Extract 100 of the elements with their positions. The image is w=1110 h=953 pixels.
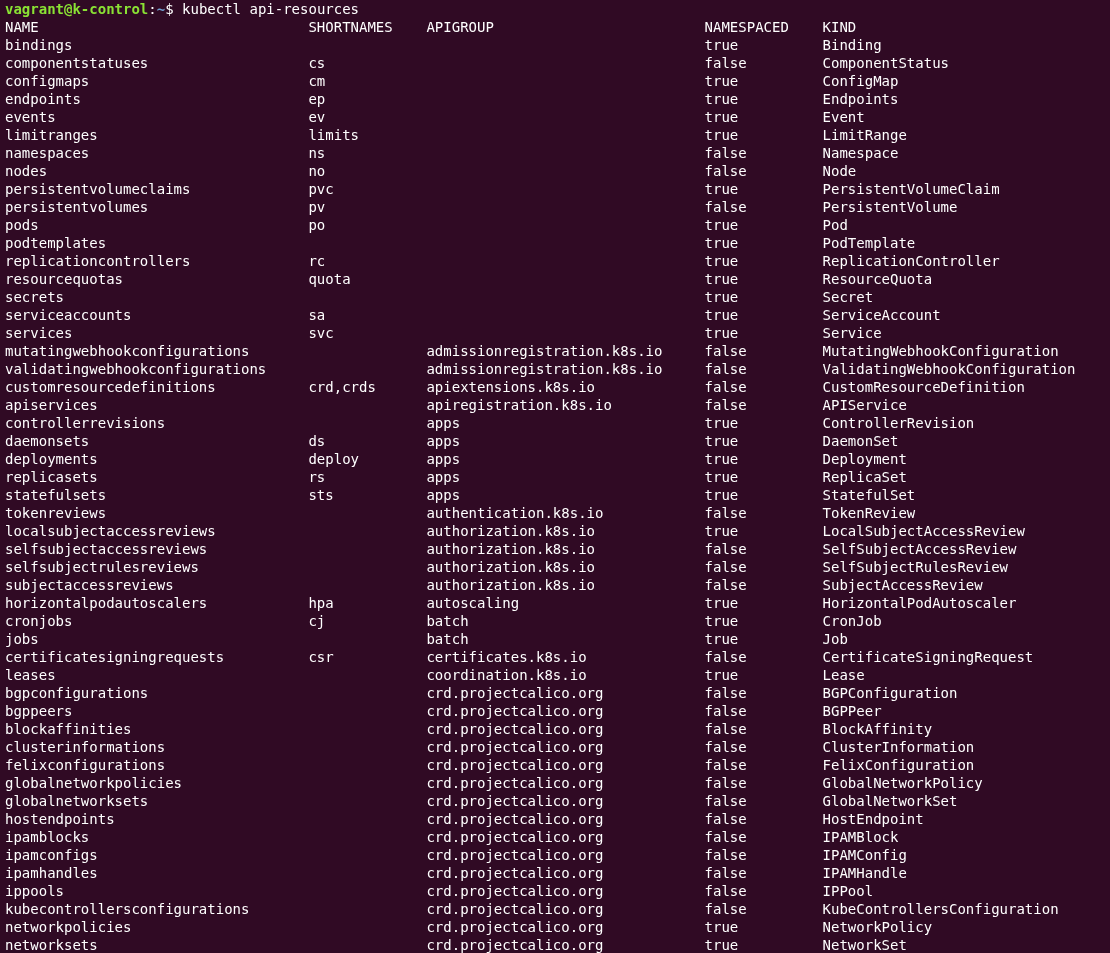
table-cell: LocalSubjectAccessReview bbox=[822, 523, 1025, 539]
table-cell: Secret bbox=[822, 289, 874, 305]
table-cell: false bbox=[704, 379, 747, 395]
table-cell: bindings bbox=[5, 37, 73, 53]
table-cell: true bbox=[704, 937, 739, 953]
prompt-separator: : bbox=[148, 0, 157, 18]
table-cell: pv bbox=[308, 199, 326, 215]
table-cell: crd.projectcalico.org bbox=[426, 757, 604, 773]
table-cell: BGPPeer bbox=[822, 703, 882, 719]
table-cell: true bbox=[704, 253, 739, 269]
table-cell: endpoints bbox=[5, 91, 81, 107]
table-cell: ns bbox=[308, 145, 326, 161]
table-cell: rc bbox=[308, 253, 326, 269]
table-cell: configmaps bbox=[5, 73, 90, 89]
table-cell: statefulsets bbox=[5, 487, 107, 503]
table-cell: ippools bbox=[5, 883, 64, 899]
table-cell: kubecontrollersconfigurations bbox=[5, 901, 250, 917]
table-cell: networkpolicies bbox=[5, 919, 132, 935]
table-cell: LimitRange bbox=[822, 127, 907, 143]
table-cell: ValidatingWebhookConfiguration bbox=[822, 361, 1076, 377]
table-cell: DaemonSet bbox=[822, 433, 899, 449]
table-cell: false bbox=[704, 649, 747, 665]
table-cell: true bbox=[704, 451, 739, 467]
table-cell: ControllerRevision bbox=[822, 415, 975, 431]
prompt-user-host: vagrant@k-control bbox=[5, 0, 149, 18]
table-cell: apps bbox=[426, 415, 461, 431]
table-cell: ServiceAccount bbox=[822, 307, 941, 323]
table-cell: no bbox=[308, 163, 326, 179]
table-cell: true bbox=[704, 595, 739, 611]
table-cell: namespaces bbox=[5, 145, 90, 161]
table-cell: quota bbox=[308, 271, 351, 287]
table-cell: Deployment bbox=[822, 451, 907, 467]
table-cell: true bbox=[704, 469, 739, 485]
table-cell: Binding bbox=[822, 37, 882, 53]
table-cell: bgppeers bbox=[5, 703, 73, 719]
table-cell: daemonsets bbox=[5, 433, 90, 449]
table-cell: ResourceQuota bbox=[822, 271, 933, 287]
table-cell: rs bbox=[308, 469, 326, 485]
table-cell: false bbox=[704, 703, 747, 719]
table-cell: authorization.k8s.io bbox=[426, 541, 595, 557]
table-cell: false bbox=[704, 757, 747, 773]
table-cell: crd.projectcalico.org bbox=[426, 919, 604, 935]
table-cell: crd.projectcalico.org bbox=[426, 775, 604, 791]
table-cell: false bbox=[704, 145, 747, 161]
table-cell: ReplicationController bbox=[822, 253, 1000, 269]
table-cell: serviceaccounts bbox=[5, 307, 132, 323]
table-cell: customresourcedefinitions bbox=[5, 379, 216, 395]
table-cell: csr bbox=[308, 649, 334, 665]
table-cell: true bbox=[704, 415, 739, 431]
table-cell: PersistentVolume bbox=[822, 199, 958, 215]
table-cell: crd.projectcalico.org bbox=[426, 811, 604, 827]
table-cell: false bbox=[704, 577, 747, 593]
table-cell: mutatingwebhookconfigurations bbox=[5, 343, 250, 359]
table-cell: apps bbox=[426, 469, 461, 485]
table-cell: false bbox=[704, 901, 747, 917]
table-cell: ComponentStatus bbox=[822, 55, 949, 71]
table-cell: false bbox=[704, 361, 747, 377]
table-cell: true bbox=[704, 37, 739, 53]
table-cell: crd.projectcalico.org bbox=[426, 865, 604, 881]
table-cell: services bbox=[5, 325, 73, 341]
table-cell: HorizontalPodAutoscaler bbox=[822, 595, 1017, 611]
table-cell: true bbox=[704, 91, 739, 107]
table-cell: validatingwebhookconfigurations bbox=[5, 361, 267, 377]
prompt-symbol: $ bbox=[165, 0, 174, 18]
table-cell: TokenReview bbox=[822, 505, 916, 521]
table-cell: StatefulSet bbox=[822, 487, 916, 503]
table-cell: deploy bbox=[308, 451, 359, 467]
table-cell: true bbox=[704, 235, 739, 251]
table-cell: Job bbox=[822, 631, 848, 647]
table-cell: limitranges bbox=[5, 127, 98, 143]
table-cell: IPAMConfig bbox=[822, 847, 907, 863]
table-cell: coordination.k8s.io bbox=[426, 667, 587, 683]
table-cell: ipamblocks bbox=[5, 829, 90, 845]
table-cell: crd.projectcalico.org bbox=[426, 739, 604, 755]
table-cell: globalnetworksets bbox=[5, 793, 149, 809]
table-cell: apps bbox=[426, 487, 461, 503]
table-cell: false bbox=[704, 397, 747, 413]
table-cell: true bbox=[704, 73, 739, 89]
table-cell: deployments bbox=[5, 451, 98, 467]
table-cell: leases bbox=[5, 667, 56, 683]
table-cell: false bbox=[704, 739, 747, 755]
table-cell: controllerrevisions bbox=[5, 415, 166, 431]
table-cell: resourcequotas bbox=[5, 271, 123, 287]
table-cell: false bbox=[704, 865, 747, 881]
table-cell: false bbox=[704, 685, 747, 701]
column-header: KIND bbox=[822, 19, 857, 35]
table-cell: crd.projectcalico.org bbox=[426, 721, 604, 737]
table-cell: false bbox=[704, 505, 747, 521]
table-cell: tokenreviews bbox=[5, 505, 107, 521]
table-cell: IPAMBlock bbox=[822, 829, 899, 845]
table-cell: false bbox=[704, 721, 747, 737]
table-cell: CustomResourceDefinition bbox=[822, 379, 1025, 395]
table-cell: apps bbox=[426, 451, 461, 467]
table-cell: true bbox=[704, 181, 739, 197]
table-cell: horizontalpodautoscalers bbox=[5, 595, 208, 611]
table-cell: Service bbox=[822, 325, 882, 341]
table-cell: nodes bbox=[5, 163, 48, 179]
table-cell: false bbox=[704, 55, 747, 71]
table-cell: po bbox=[308, 217, 326, 233]
table-cell: false bbox=[704, 199, 747, 215]
